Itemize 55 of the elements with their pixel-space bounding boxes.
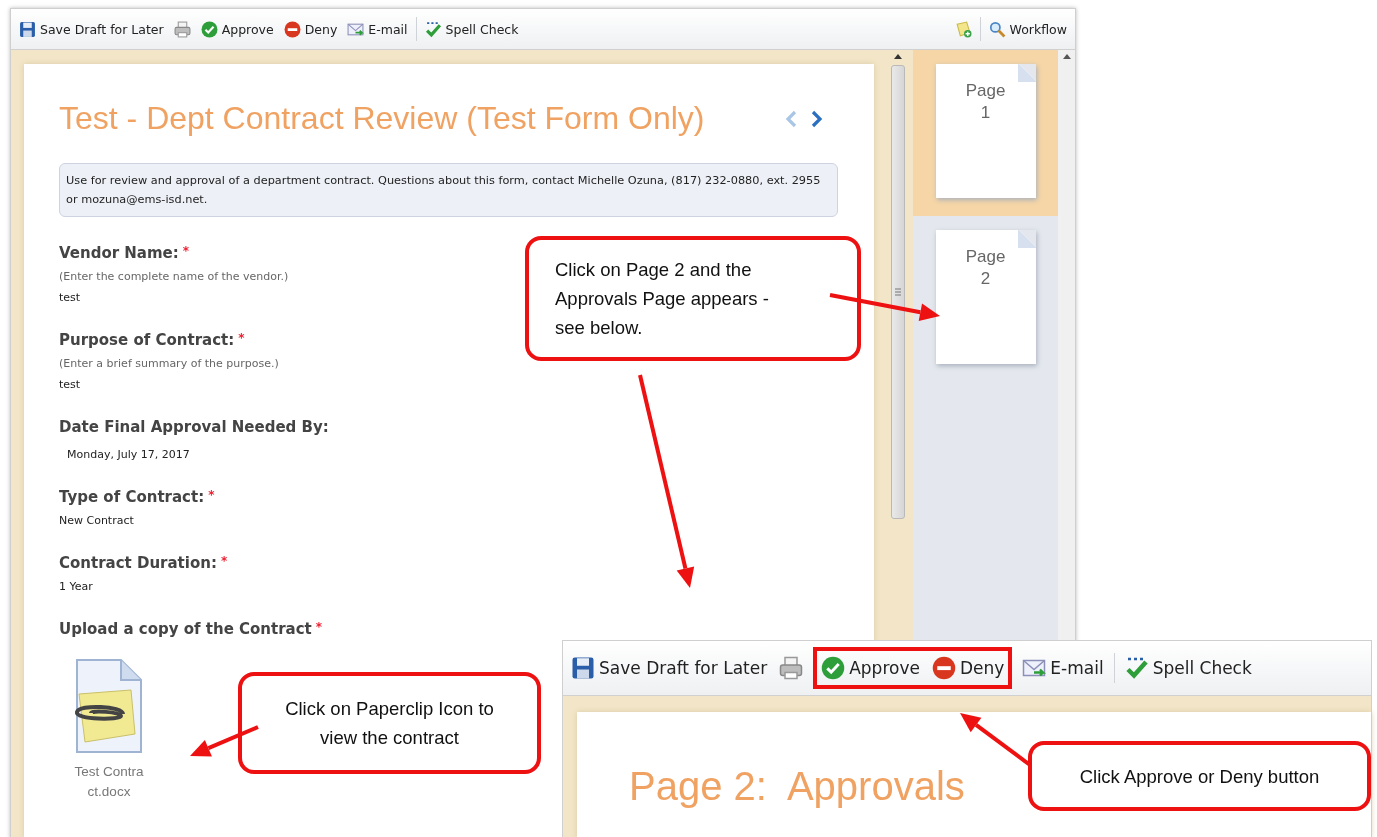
field-value: Monday, July 17, 2017 — [66, 448, 190, 461]
spell-check-icon — [1124, 656, 1149, 680]
toolbar-button[interactable]: Approve — [819, 654, 922, 682]
required-asterisk: * — [238, 331, 245, 345]
required-asterisk: * — [315, 620, 323, 634]
field-label: Purpose of Contract: — [59, 331, 235, 349]
chevron-right-icon — [810, 109, 824, 128]
callout: Click Approve or Deny button — [1028, 741, 1371, 811]
toolbar-button[interactable]: E-mail — [345, 18, 410, 40]
field-label: Type of Contract: — [59, 488, 205, 506]
field-value: test — [59, 378, 81, 391]
print-button[interactable] — [171, 18, 193, 40]
required-asterisk: * — [220, 554, 228, 568]
field-value: test — [59, 291, 81, 304]
form-title: Test - Dept Contract Review (Test Form Only) — [59, 100, 705, 137]
minus-circle-icon — [283, 20, 301, 38]
required-asterisk: * — [182, 244, 190, 258]
page-thumbnail[interactable]: Page 1 — [913, 50, 1058, 216]
scrollbar-thumb[interactable] — [891, 65, 905, 519]
minus-circle-icon — [931, 656, 956, 680]
field-hint: (Enter a brief summary of the purpose.) — [59, 357, 279, 370]
toolbar-button[interactable]: Spell Check — [422, 18, 521, 40]
scroll-up-arrow-icon[interactable] — [894, 54, 902, 59]
form-description: Use for review and approval of a department contract. Questions about this form, contact Michelle Ozuna, (817) 232-0880, ext. 2955 or mozuna@ems-isd.net. — [59, 163, 838, 217]
search-icon — [988, 20, 1006, 38]
sticky-note-icon — [954, 20, 972, 38]
check-circle-icon — [821, 656, 846, 680]
field-label: Vendor Name: — [59, 244, 179, 262]
toolbar-button[interactable]: Spell Check — [1122, 654, 1254, 682]
toolbar-button[interactable]: Save Draft for Later — [569, 654, 770, 682]
callout: Click on Paperclip Icon to view the contract — [238, 672, 541, 774]
toolbar-button[interactable]: Deny — [929, 654, 1007, 682]
field-label: Date Final Approval Needed By: — [59, 418, 329, 436]
toolbar-button[interactable]: Save Draft for Later — [17, 18, 166, 40]
chevron-left-icon — [784, 109, 798, 128]
printer-icon — [779, 656, 804, 680]
toolbar-button[interactable]: Approve — [198, 18, 276, 40]
arrow — [190, 725, 259, 757]
printer-icon — [173, 20, 191, 38]
toolbar-button[interactable]: E-mail — [1020, 654, 1106, 682]
page-title: Page 2: Approvals — [629, 764, 965, 809]
toolbar-button[interactable]: Deny — [281, 18, 340, 40]
field-label: Contract Duration: — [59, 554, 217, 572]
grip-icon — [895, 288, 901, 296]
field-hint: (Enter the complete name of the vendor.) — [59, 270, 289, 283]
field-value: New Contract — [59, 514, 134, 527]
check-circle-icon — [200, 20, 218, 38]
attachment-filename[interactable]: Test Contract.docx — [72, 762, 146, 802]
field-value: 1 Year — [59, 580, 93, 593]
callout: Click on Page 2 and the Approvals Page appears - see below. — [525, 236, 861, 361]
field-label: Upload a copy of the Contract — [59, 620, 312, 638]
required-asterisk: * — [208, 488, 215, 502]
scroll-up-arrow-icon[interactable] — [1062, 54, 1071, 59]
spell-check-icon — [424, 20, 442, 38]
toolbar-button[interactable]: Workflow — [986, 18, 1069, 40]
